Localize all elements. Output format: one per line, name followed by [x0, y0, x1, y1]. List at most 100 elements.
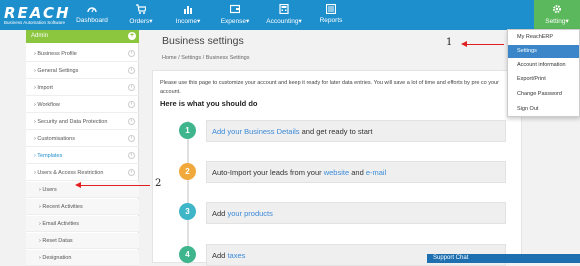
dashboard-icon — [87, 7, 97, 13]
annotation-arrow-2-head — [75, 182, 81, 188]
step-2-text-and: and — [349, 168, 366, 177]
step-number-3: 3 — [179, 203, 196, 220]
nav-orders[interactable]: Orders▾ — [124, 0, 158, 30]
nav-reports[interactable]: Reports — [316, 0, 346, 30]
sidebar-subitem-email-activities[interactable]: › Email Activities — [26, 216, 139, 232]
nav-accounting-label: Accounting — [266, 18, 299, 25]
menu-item-my-reacherp[interactable]: My ReachERP — [508, 31, 579, 44]
breadcrumb-home[interactable]: Home — [162, 55, 177, 61]
sidebar-subitem-recent-activities[interactable]: › Recent Activities — [26, 199, 139, 215]
step-1-link[interactable]: Add your Business Details — [212, 127, 300, 136]
sidebar-item-templates[interactable]: › Templates › — [26, 148, 139, 164]
sidebar-item-label: Security and Data Protection — [37, 119, 108, 125]
settings-card: Please use this page to customize your a… — [152, 70, 522, 266]
breadcrumb-settings[interactable]: Settings — [181, 55, 201, 61]
support-chat-button[interactable]: Support Chat — [427, 254, 580, 263]
calculator-icon — [279, 4, 289, 14]
page-title: Business settings — [162, 35, 244, 47]
step-3: Add your products — [206, 202, 506, 224]
sidebar-item-label: Recent Activities — [42, 204, 83, 210]
sidebar-item-label: Customisations — [37, 136, 75, 142]
settings-dropdown-menu: My ReachERP Settings Account information… — [507, 29, 580, 117]
menu-item-change-password[interactable]: Change Password — [508, 88, 579, 101]
breadcrumb-separator: / — [178, 55, 180, 61]
step-4-text: Add — [212, 251, 228, 260]
sidebar-header-label: Admin — [31, 33, 49, 39]
sidebar-subitem-reset-datas[interactable]: › Reset Datas — [26, 233, 139, 249]
gear-icon — [553, 5, 561, 13]
sidebar-item-label: Reset Datas — [42, 238, 73, 244]
menu-item-account-information[interactable]: Account information — [508, 59, 579, 72]
timeline-line — [187, 121, 189, 264]
chevron-icon: ‹ — [128, 169, 135, 176]
step-2-link-website[interactable]: website — [324, 168, 349, 177]
annotation-arrow-2-line — [80, 185, 150, 186]
step-1-text: and get ready to start — [299, 127, 373, 136]
chevron-icon: › — [128, 152, 135, 159]
sidebar-subitem-designation[interactable]: › Designation — [26, 250, 139, 266]
chevron-down-icon: ▾ — [298, 18, 302, 25]
chevron-icon: › — [128, 135, 135, 142]
admin-sidebar: Admin + › Business Profile › › General Se… — [26, 30, 139, 266]
chevron-down-icon: ▾ — [149, 18, 153, 25]
sidebar-item-label: Templates — [37, 153, 63, 159]
step-2-text: Auto-Import your leads from your — [212, 168, 324, 177]
chevron-icon: › — [128, 50, 135, 57]
wallet-icon — [230, 4, 240, 14]
annotation-number-2: 2 — [155, 178, 162, 189]
menu-item-export-print[interactable]: Export/Print — [508, 73, 579, 86]
sidebar-item-workflow[interactable]: › Workflow › — [26, 97, 139, 113]
sidebar-item-import[interactable]: › Import › — [26, 80, 139, 96]
step-1: Add your Business Details and get ready … — [206, 120, 506, 142]
menu-item-sign-out[interactable]: Sign Out — [508, 103, 579, 116]
sidebar-item-users-access[interactable]: › Users & Access Restriction ‹ — [26, 165, 139, 181]
nav-setting[interactable]: Setting▾ — [534, 0, 580, 30]
sidebar-item-label: General Settings — [37, 68, 79, 74]
nav-setting-label: Setting — [545, 18, 566, 25]
chevron-down-icon: ▾ — [565, 18, 569, 25]
sidebar-item-label: Import — [37, 85, 53, 91]
steps-heading: Here is what you should do — [160, 99, 258, 108]
sidebar-item-customisations[interactable]: › Customisations › — [26, 131, 139, 147]
bar-chart-icon — [184, 6, 192, 14]
breadcrumb-separator: / — [202, 55, 205, 61]
sidebar-item-label: Workflow — [37, 102, 60, 108]
nav-accounting[interactable]: Accounting▾ — [264, 0, 304, 30]
step-number-2: 2 — [179, 163, 196, 180]
report-icon — [326, 4, 336, 14]
brand-logo[interactable]: REACH Business Automation Software — [4, 4, 69, 26]
nav-income-label: Income — [175, 18, 198, 25]
nav-orders-label: Orders — [129, 18, 150, 25]
nav-income[interactable]: Income▾ — [172, 0, 204, 30]
breadcrumb: Home / Settings / Business Settings — [162, 55, 249, 61]
chevron-icon: › — [128, 118, 135, 125]
sidebar-item-label: Designation — [42, 255, 72, 261]
menu-item-settings[interactable]: Settings — [508, 45, 579, 58]
sidebar-item-security[interactable]: › Security and Data Protection › — [26, 114, 139, 130]
chevron-down-icon: ▾ — [197, 18, 201, 25]
step-4-link[interactable]: taxes — [227, 251, 245, 260]
nav-dashboard-label: Dashboard — [76, 17, 108, 24]
nav-expense[interactable]: Expense▾ — [218, 0, 252, 30]
sidebar-header[interactable]: Admin + — [26, 30, 139, 43]
nav-dashboard[interactable]: Dashboard — [72, 0, 112, 30]
intro-text: Please use this page to customize your a… — [160, 80, 499, 95]
nav-expense-label: Expense — [220, 18, 247, 25]
sidebar-item-label: Email Activities — [42, 221, 80, 227]
sidebar-item-label: Users — [42, 187, 57, 193]
step-number-1: 1 — [179, 122, 196, 139]
step-2-link-email[interactable]: e-mail — [366, 168, 386, 177]
step-3-link[interactable]: your products — [227, 209, 272, 218]
annotation-arrow-1-line — [466, 44, 504, 45]
sidebar-item-business-profile[interactable]: › Business Profile › — [26, 46, 139, 62]
step-number-4: 4 — [179, 246, 196, 263]
chevron-icon: › — [128, 84, 135, 91]
sidebar-item-general-settings[interactable]: › General Settings › — [26, 63, 139, 79]
plus-icon[interactable]: + — [128, 32, 136, 40]
chevron-down-icon: ▾ — [246, 18, 250, 25]
breadcrumb-current: Business Settings — [205, 55, 250, 61]
step-3-text: Add — [212, 209, 228, 218]
annotation-number-1: 1 — [446, 37, 453, 48]
annotation-arrow-1-head — [461, 41, 467, 47]
chevron-icon: › — [128, 67, 135, 74]
